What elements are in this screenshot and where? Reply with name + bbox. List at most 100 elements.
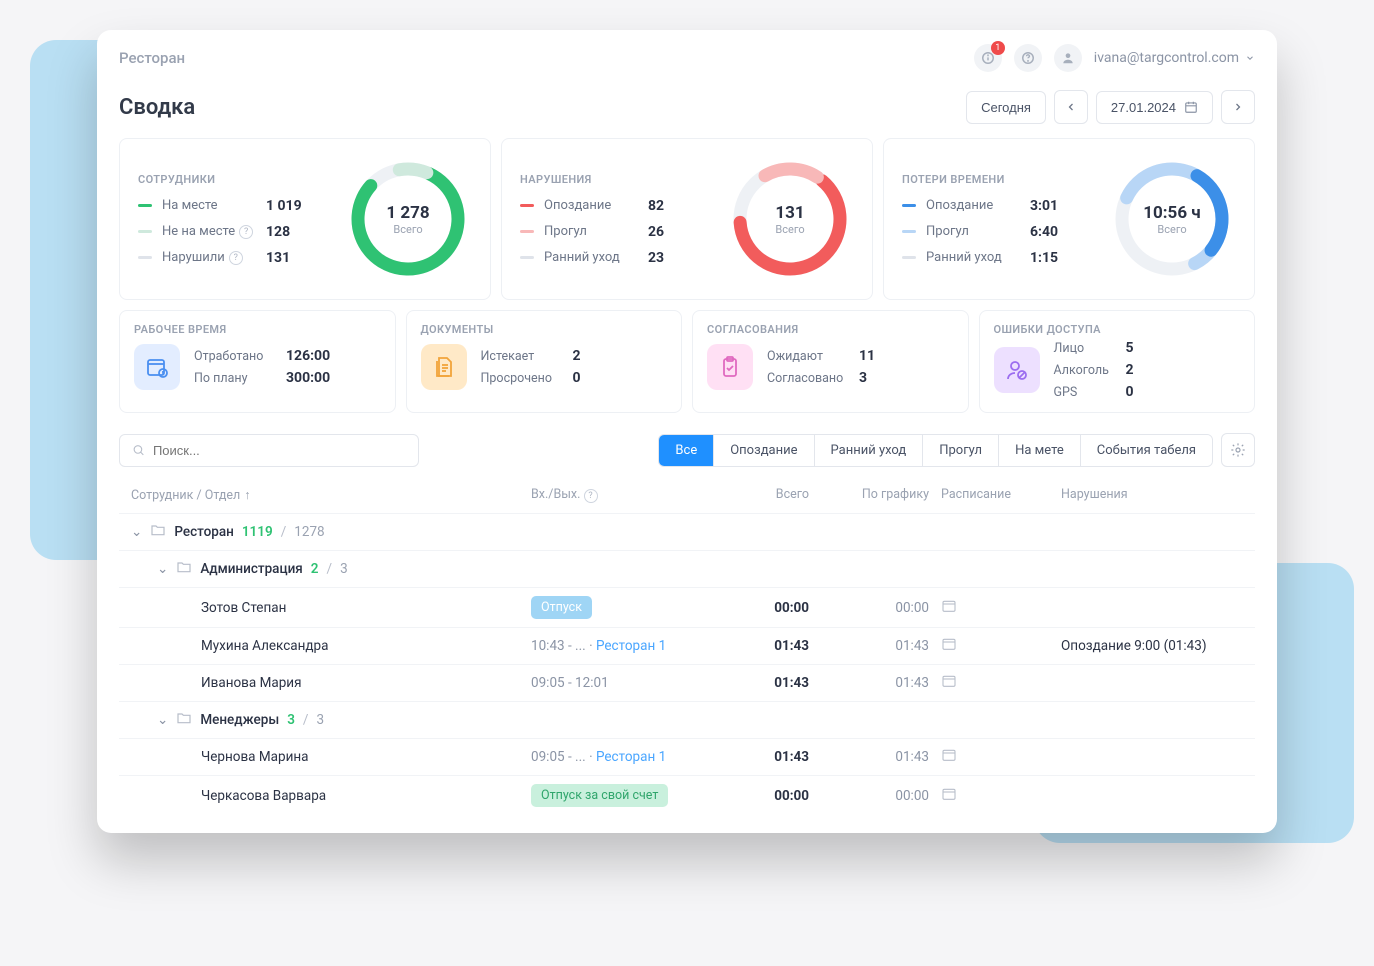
help-icon[interactable]: ? xyxy=(239,225,253,239)
cell-inout: 10:43 - ... · xyxy=(531,638,596,654)
cell-total: 01:43 xyxy=(721,638,821,654)
stat-earlyleave-label: Ранний уход xyxy=(544,250,638,265)
th-schedule[interactable]: Расписание xyxy=(941,487,1061,503)
approvals-title: СОГЛАСОВАНИЯ xyxy=(707,323,954,336)
user-email-label: ivana@targcontrol.com xyxy=(1094,50,1239,66)
approvals-approved-value: 3 xyxy=(859,370,867,386)
card-access-errors: ОШИБКИ ДОСТУПА Лицо5 Алкоголь2 GPS0 xyxy=(979,310,1256,413)
stat-present-value: 1 019 xyxy=(266,198,302,214)
stat-absent-value: 128 xyxy=(266,224,290,240)
help-icon[interactable]: ? xyxy=(229,251,243,265)
cell-sched: 01:43 xyxy=(821,749,941,765)
chevron-down-icon[interactable]: ⌄ xyxy=(131,524,142,540)
info-icon[interactable]: 1 xyxy=(974,44,1002,72)
gear-icon xyxy=(1230,442,1246,458)
donut-timeloss: 10:56 чВсего xyxy=(1108,155,1236,283)
card-employees: СОТРУДНИКИ На месте1 019 Не на месте?128… xyxy=(119,138,491,300)
accesserrors-title: ОШИБКИ ДОСТУПА xyxy=(994,323,1241,336)
employee-row[interactable]: Чернова Марина 09:05 - ... · Ресторан 1 … xyxy=(119,738,1255,775)
avatar-icon xyxy=(1054,44,1082,72)
card-documents: ДОКУМЕНТЫ Истекает2 Просрочено0 xyxy=(406,310,683,413)
schedule-icon[interactable] xyxy=(941,673,1061,693)
card-timeloss-title: ПОТЕРИ ВРЕМЕНИ xyxy=(902,173,1058,186)
docs-overdue-label: Просрочено xyxy=(481,371,563,386)
stat-earlyleave-value: 23 xyxy=(648,250,664,266)
employee-row[interactable]: Зотов Степан Отпуск 00:00 00:00 xyxy=(119,587,1255,627)
schedule-icon[interactable] xyxy=(941,786,1061,806)
employee-row[interactable]: Мухина Александра 10:43 - ... · Ресторан… xyxy=(119,627,1255,664)
chevron-down-icon[interactable]: ⌄ xyxy=(157,561,168,577)
donut-employees: 1 278Всего xyxy=(344,155,472,283)
table-header: Сотрудник / Отдел ↑ Вх./Вых. ? Всего По … xyxy=(97,477,1277,513)
tab-earlyleave[interactable]: Ранний уход xyxy=(815,435,924,466)
main-window: Ресторан 1 ivana@targcontrol.com Сводка … xyxy=(97,30,1277,833)
cell-sched: 00:00 xyxy=(821,600,941,616)
schedule-icon[interactable] xyxy=(941,598,1061,618)
tab-late[interactable]: Опоздание xyxy=(714,435,814,466)
cell-violation: Опоздание 9:00 (01:43) xyxy=(1061,638,1243,654)
schedule-icon[interactable] xyxy=(941,636,1061,656)
tab-absence[interactable]: Прогул xyxy=(923,435,999,466)
donut-violations: 131Всего xyxy=(726,155,854,283)
th-violations[interactable]: Нарушения xyxy=(1061,487,1243,503)
chevron-down-icon xyxy=(1245,53,1255,63)
help-icon[interactable]: ? xyxy=(584,489,598,503)
group-row[interactable]: ⌄ Администрация 2 / 3 xyxy=(119,550,1255,587)
stat-absent-label: Не на месте? xyxy=(162,224,256,239)
employee-name: Иванова Мария xyxy=(131,675,531,691)
group-total: 3 xyxy=(317,712,325,728)
chevron-right-icon xyxy=(1232,101,1244,113)
next-date-button[interactable] xyxy=(1221,90,1255,124)
tab-all[interactable]: Все xyxy=(659,435,714,466)
topbar: Ресторан 1 ivana@targcontrol.com xyxy=(97,30,1277,80)
employee-row[interactable]: Черкасова Варвара Отпуск за свой счет 00… xyxy=(119,775,1255,815)
donut-violations-sub: Всего xyxy=(775,223,804,236)
prev-date-button[interactable] xyxy=(1054,90,1088,124)
th-inout[interactable]: Вх./Вых. ? xyxy=(531,487,721,503)
ae-gps-value: 0 xyxy=(1126,384,1134,400)
docs-overdue-value: 0 xyxy=(573,370,581,386)
calendar-icon xyxy=(134,344,180,390)
donut-violations-value: 131 xyxy=(775,203,804,223)
search-input[interactable] xyxy=(119,434,419,467)
ae-face-value: 5 xyxy=(1126,340,1134,356)
date-label: 27.01.2024 xyxy=(1111,100,1176,115)
worktime-worked-value: 126:00 xyxy=(286,348,330,364)
donut-timeloss-sub: Всего xyxy=(1157,223,1186,236)
folder-icon xyxy=(150,522,166,542)
cell-total: 01:43 xyxy=(721,675,821,691)
tab-onsite[interactable]: На мете xyxy=(999,435,1081,466)
today-button[interactable]: Сегодня xyxy=(966,91,1046,124)
cell-inout: 09:05 - 12:01 xyxy=(531,675,721,691)
folder-icon xyxy=(176,710,192,730)
worktime-plan-label: По плану xyxy=(194,371,276,386)
ae-alcohol-value: 2 xyxy=(1126,362,1134,378)
worktime-plan-value: 300:00 xyxy=(286,370,330,386)
cell-sched: 01:43 xyxy=(821,638,941,654)
loss-early-value: 1:15 xyxy=(1030,250,1058,266)
th-bysched[interactable]: По графику xyxy=(821,487,941,503)
user-menu[interactable]: ivana@targcontrol.com xyxy=(1094,50,1255,66)
help-icon[interactable] xyxy=(1014,44,1042,72)
date-picker[interactable]: 27.01.2024 xyxy=(1096,91,1213,124)
employee-row[interactable]: Иванова Мария 09:05 - 12:01 01:43 01:43 xyxy=(119,664,1255,701)
status-tag: Отпуск xyxy=(531,596,592,619)
employee-name: Мухина Александра xyxy=(131,638,531,654)
tab-events[interactable]: События табеля xyxy=(1081,435,1212,466)
card-approvals: СОГЛАСОВАНИЯ Ожидают11 Согласовано3 xyxy=(692,310,969,413)
group-row[interactable]: ⌄ Ресторан 1119 / 1278 xyxy=(119,513,1255,550)
card-violations-title: НАРУШЕНИЯ xyxy=(520,173,664,186)
schedule-icon[interactable] xyxy=(941,747,1061,767)
cell-total: 01:43 xyxy=(721,749,821,765)
group-total: 3 xyxy=(340,561,348,577)
chevron-down-icon[interactable]: ⌄ xyxy=(157,712,168,728)
th-total[interactable]: Всего xyxy=(721,487,821,503)
settings-button[interactable] xyxy=(1221,433,1255,467)
search-field[interactable] xyxy=(153,443,406,458)
th-employee[interactable]: Сотрудник / Отдел ↑ xyxy=(131,487,531,503)
group-name: Менеджеры xyxy=(200,712,279,728)
approvals-pending-label: Ожидают xyxy=(767,349,849,364)
group-row[interactable]: ⌄ Менеджеры 3 / 3 xyxy=(119,701,1255,738)
status-tag: Отпуск за свой счет xyxy=(531,784,668,807)
stat-violated-label: Нарушили? xyxy=(162,250,256,265)
